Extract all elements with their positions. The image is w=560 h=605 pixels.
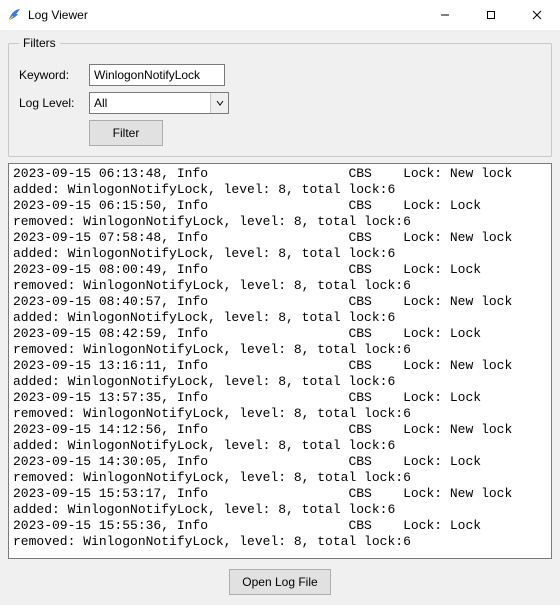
- loglevel-row: Log Level: All: [19, 92, 541, 114]
- window: Log Viewer Filters Keyword: Log Level:: [0, 0, 560, 605]
- loglevel-label: Log Level:: [19, 96, 89, 110]
- app-icon: [6, 7, 22, 23]
- titlebar: Log Viewer: [0, 0, 560, 30]
- client-area: Filters Keyword: Log Level: All Filter 2…: [0, 30, 560, 605]
- filter-button[interactable]: Filter: [89, 120, 163, 146]
- window-controls: [422, 0, 560, 30]
- keyword-row: Keyword:: [19, 64, 541, 86]
- filter-button-row: Filter: [19, 120, 541, 146]
- log-output[interactable]: 2023-09-15 06:13:48, Info CBS Lock: New …: [8, 163, 552, 559]
- filters-legend: Filters: [19, 36, 60, 50]
- bottom-row: Open Log File: [8, 565, 552, 597]
- close-button[interactable]: [514, 0, 560, 30]
- chevron-down-icon: [210, 93, 228, 113]
- open-log-button[interactable]: Open Log File: [229, 569, 330, 595]
- filters-group: Filters Keyword: Log Level: All Filter: [8, 36, 552, 157]
- minimize-button[interactable]: [422, 0, 468, 30]
- maximize-button[interactable]: [468, 0, 514, 30]
- keyword-input[interactable]: [89, 64, 225, 86]
- window-title: Log Viewer: [28, 8, 422, 22]
- keyword-label: Keyword:: [19, 68, 89, 82]
- loglevel-value: All: [90, 96, 210, 110]
- loglevel-select[interactable]: All: [89, 92, 229, 114]
